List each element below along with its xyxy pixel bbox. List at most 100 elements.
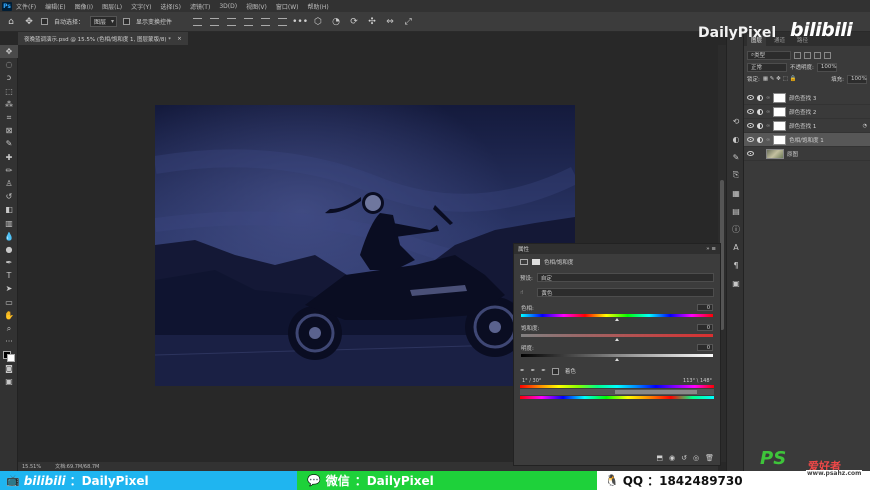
visibility-eye-icon[interactable] (747, 137, 754, 142)
fill-input[interactable]: 100% (847, 74, 867, 84)
lightness-slider-thumb[interactable] (615, 358, 619, 361)
layer-row-selected[interactable]: ∞ 色相/饱和度 1 (744, 133, 870, 147)
align-hcenter-icon[interactable] (261, 17, 271, 26)
transform-controls-checkbox[interactable] (123, 18, 131, 25)
preset-dropdown[interactable]: 自定 (536, 273, 714, 282)
align-bottom-icon[interactable] (227, 17, 237, 26)
blur-tool-icon[interactable]: 💧 (0, 230, 18, 243)
clone-panel-icon[interactable]: ⎘ (727, 166, 745, 184)
pen-tool-icon[interactable]: ✒ (0, 256, 18, 269)
menu-help[interactable]: 帮助(H) (308, 2, 329, 11)
3d-roll-icon[interactable]: ⟳ (348, 16, 360, 28)
layer-row[interactable]: ∞ 颜色查找 3 (744, 91, 870, 105)
3d-mode-icon[interactable]: ⬡ (312, 16, 324, 28)
rectangle-tool-icon[interactable]: ▭ (0, 296, 18, 309)
move-tool-icon[interactable]: ✥ (0, 45, 18, 59)
layer-mask-thumbnail[interactable] (773, 120, 787, 131)
eyedropper-add-icon[interactable]: ✒ (531, 368, 536, 374)
zoom-readout[interactable]: 15.51% (22, 464, 41, 470)
adjustment-filter-icon[interactable] (804, 51, 811, 59)
gradient-tool-icon[interactable]: ▥ (0, 216, 18, 229)
lock-icons[interactable]: ▦ ✎ ✥ ⬚ 🔒 (763, 76, 796, 82)
visibility-toggle-icon[interactable]: ◎ (693, 454, 699, 462)
color-panel-icon[interactable]: ▦ (727, 184, 745, 202)
type-tool-icon[interactable]: T (0, 269, 18, 282)
layer-mask-thumbnail[interactable] (773, 106, 787, 117)
more-tools-icon[interactable]: ··· (0, 335, 18, 348)
hue-track[interactable] (521, 314, 713, 317)
3d-scale-icon[interactable]: ⤢ (402, 16, 414, 28)
3d-pan-icon[interactable]: ✣ (366, 16, 378, 28)
document-tab[interactable]: 夜晚蓝调演示.psd @ 15.5% (色相/饱和度 1, 图层蒙版/8) * … (18, 32, 188, 45)
color-range-selection[interactable] (615, 390, 697, 394)
saturation-track[interactable] (521, 334, 713, 337)
target-adjust-icon[interactable]: ☝ (520, 290, 523, 296)
auto-select-checkbox[interactable] (41, 18, 48, 25)
view-previous-icon[interactable]: ◉ (669, 454, 675, 462)
adjustments-panel-icon[interactable]: ◐ (727, 130, 745, 148)
menu-filter[interactable]: 滤镜(T) (190, 2, 210, 11)
character-panel-icon[interactable]: A (727, 238, 745, 256)
brush-tool-icon[interactable]: ✏ (0, 164, 18, 177)
marquee-tool-icon[interactable]: ◌ (0, 58, 18, 71)
frame-tool-icon[interactable]: ⊠ (0, 124, 18, 137)
eyedropper-icon[interactable]: ✒ (520, 368, 525, 374)
align-right-icon[interactable] (278, 17, 288, 26)
colorize-checkbox[interactable] (551, 367, 559, 375)
info-panel-icon[interactable]: ⓘ (727, 220, 745, 238)
menu-layer[interactable]: 图层(L) (102, 2, 122, 11)
brush-panel-icon[interactable]: ✎ (727, 148, 745, 166)
hue-value[interactable]: 0 (697, 304, 713, 311)
align-left-icon[interactable] (244, 17, 254, 26)
pixel-filter-icon[interactable] (794, 51, 801, 59)
photoshop-logo[interactable]: Ps (2, 1, 12, 11)
layer-filter-dropdown[interactable]: ⌕ 类型 (747, 50, 791, 60)
swatches-panel-icon[interactable]: ▤ (727, 202, 745, 220)
magic-wand-icon[interactable]: ⁂ (0, 98, 18, 111)
close-icon[interactable]: × (177, 36, 182, 42)
layer-row[interactable]: ∞ 颜色查找 1 ◔ (744, 119, 870, 133)
layer-mask-thumbnail[interactable] (773, 134, 787, 145)
saturation-slider-thumb[interactable] (615, 338, 619, 341)
mask-icon[interactable] (532, 259, 540, 265)
history-brush-icon[interactable]: ↺ (0, 190, 18, 203)
saturation-value[interactable]: 0 (697, 324, 713, 331)
menu-image[interactable]: 图像(I) (75, 2, 93, 11)
type-filter-icon[interactable] (814, 51, 821, 59)
menu-edit[interactable]: 编辑(E) (45, 2, 65, 11)
delete-icon[interactable]: 🗑 (705, 454, 714, 462)
path-select-icon[interactable]: ➤ (0, 282, 18, 295)
lightness-track[interactable] (521, 354, 713, 357)
move-tool-icon[interactable]: ✥ (23, 16, 35, 28)
screen-mode-icon[interactable]: ▣ (0, 375, 18, 388)
align-vcenter-icon[interactable] (210, 17, 220, 26)
history-panel-icon[interactable]: ⟲ (727, 112, 745, 130)
quick-mask-icon[interactable]: ◙ (0, 362, 18, 375)
color-swatches-icon[interactable] (0, 348, 18, 362)
object-select-tool-icon[interactable]: ⬚ (0, 85, 18, 98)
panel-menu-icon[interactable]: » ≡ (706, 246, 716, 252)
hand-tool-icon[interactable]: ✋ (0, 309, 18, 322)
menu-window[interactable]: 窗口(W) (276, 2, 299, 11)
reset-icon[interactable]: ↺ (681, 454, 687, 462)
layer-row[interactable]: 原图 (744, 147, 870, 161)
menu-view[interactable]: 视图(V) (246, 2, 267, 11)
eyedropper-tool-icon[interactable]: ✎ (0, 137, 18, 150)
menu-type[interactable]: 文字(Y) (131, 2, 151, 11)
visibility-eye-icon[interactable] (747, 151, 754, 156)
menu-select[interactable]: 选择(S) (160, 2, 181, 11)
eyedropper-subtract-icon[interactable]: ✒ (541, 368, 546, 374)
layer-thumbnail[interactable] (766, 148, 784, 159)
libraries-panel-icon[interactable]: ▣ (727, 274, 745, 292)
home-icon[interactable]: ⌂ (5, 16, 17, 28)
align-top-icon[interactable] (193, 17, 203, 26)
menu-3d[interactable]: 3D(D) (219, 3, 237, 10)
lasso-tool-icon[interactable]: ↄ (0, 71, 18, 84)
clip-to-layer-icon[interactable]: ⬒ (656, 454, 663, 462)
menu-file[interactable]: 文件(F) (16, 2, 36, 11)
paragraph-panel-icon[interactable]: ¶ (727, 256, 745, 274)
more-options-icon[interactable]: ••• (292, 16, 308, 28)
opacity-input[interactable]: 100% (816, 62, 837, 72)
eraser-tool-icon[interactable]: ◧ (0, 203, 18, 216)
crop-tool-icon[interactable]: ⌗ (0, 111, 18, 124)
